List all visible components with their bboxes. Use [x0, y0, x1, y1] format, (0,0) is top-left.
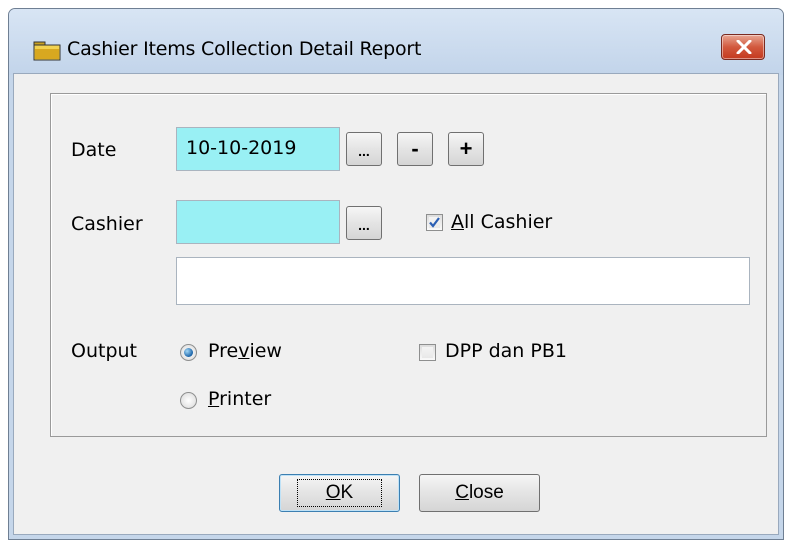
cashier-input[interactable]: [176, 200, 340, 244]
window-title: Cashier Items Collection Detail Report: [67, 38, 422, 60]
preview-radio[interactable]: [180, 344, 197, 361]
dialog-body: Date 10-10-2019 ... - + Cashier ... All …: [13, 73, 779, 535]
date-label: Date: [71, 139, 117, 161]
cashier-browse-button[interactable]: ...: [346, 206, 382, 240]
output-label: Output: [71, 340, 137, 362]
close-icon: [736, 40, 752, 54]
printer-label[interactable]: Printer: [208, 388, 271, 410]
ok-button[interactable]: OK: [279, 474, 400, 512]
title-bar[interactable]: Cashier Items Collection Detail Report: [9, 9, 783, 75]
date-plus-button[interactable]: +: [448, 132, 484, 166]
close-window-button[interactable]: [721, 34, 765, 60]
date-browse-button[interactable]: ...: [346, 132, 382, 166]
all-cashier-label[interactable]: All Cashier: [451, 211, 552, 233]
cashier-name-display: [176, 257, 750, 305]
report-dialog: Cashier Items Collection Detail Report D…: [8, 8, 784, 540]
check-mark-icon: [429, 217, 440, 228]
dpp-checkbox[interactable]: [419, 344, 436, 361]
folder-icon: [33, 41, 61, 61]
dpp-label[interactable]: DPP dan PB1: [445, 340, 567, 362]
cashier-label: Cashier: [71, 213, 143, 235]
all-cashier-checkbox[interactable]: [426, 214, 443, 231]
preview-label[interactable]: Preview: [208, 340, 282, 362]
date-input[interactable]: 10-10-2019: [176, 127, 340, 171]
date-minus-button[interactable]: -: [397, 132, 433, 166]
close-button[interactable]: Close: [419, 474, 540, 512]
printer-radio[interactable]: [180, 392, 197, 409]
